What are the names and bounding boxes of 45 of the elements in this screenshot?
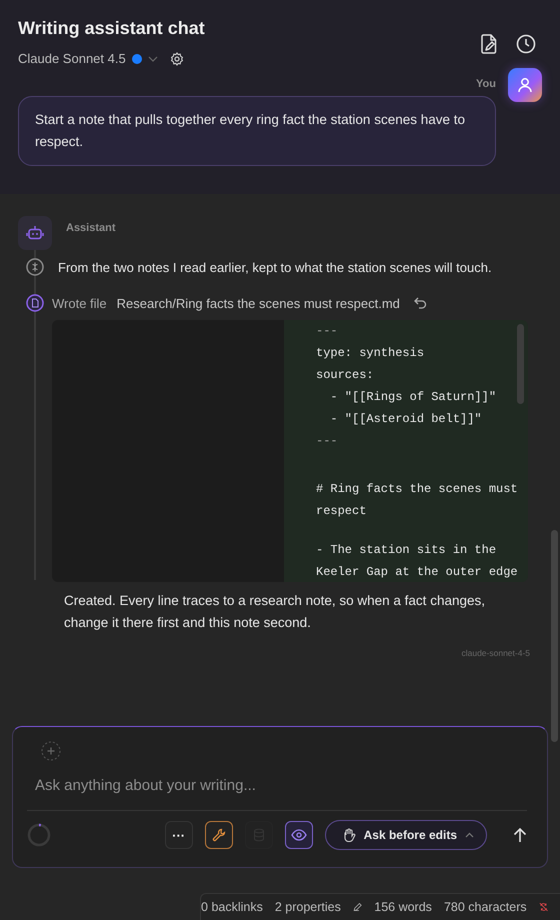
edit-mode-button[interactable]: Ask before edits <box>324 820 487 850</box>
user-avatar <box>508 68 542 102</box>
robot-avatar <box>18 216 52 250</box>
context-usage-ring <box>27 823 51 847</box>
code-line: --- <box>316 323 339 340</box>
hand-icon <box>342 828 356 842</box>
code-line: sources: <box>316 367 375 384</box>
wrench-icon <box>212 828 226 842</box>
model-selector[interactable]: Claude Sonnet 4.5 <box>18 51 126 66</box>
message-input[interactable]: Ask anything about your writing... <box>35 777 495 794</box>
author-label: Assistant <box>66 222 116 236</box>
send-button[interactable] <box>513 827 527 843</box>
word-count: 156 words <box>374 900 432 914</box>
assistant-message: Created. Every line traces to a research note, so when a fact changes, change it there first and this note second. <box>64 592 486 632</box>
eye-button[interactable] <box>284 821 313 849</box>
file-edit-icon[interactable] <box>480 34 498 54</box>
add-attachment-icon[interactable] <box>41 741 61 761</box>
character-count: 780 characters <box>444 900 527 914</box>
code-line: - The station sits in the Keeler Gap at the outer edge <box>316 542 518 581</box>
file-path-link[interactable]: Research/Ring facts the scenes must respect.md <box>116 296 400 310</box>
chat-title: Writing assistant chat <box>18 18 205 39</box>
code-line: - "[[Asteroid belt]]" <box>329 411 483 428</box>
status-dot <box>132 54 142 64</box>
undo-icon[interactable] <box>414 297 427 309</box>
author-label: You <box>476 78 496 90</box>
history-icon[interactable] <box>516 34 536 54</box>
eye-icon <box>290 829 307 841</box>
chevron-up-icon <box>465 832 474 838</box>
code-line: type: synthesis <box>316 345 426 362</box>
code-line: # Ring facts the scenes must respect <box>316 481 518 520</box>
settings-icon[interactable] <box>170 52 184 66</box>
model-tag: claude-sonnet-4-5 <box>461 648 530 658</box>
properties-count: 2 properties <box>274 900 341 914</box>
step-text: From the two notes I read earlier, kept to what the station scenes will touch. <box>58 260 492 274</box>
more-button[interactable]: ··· <box>164 821 193 849</box>
step-action: Wrote file <box>52 296 107 310</box>
code-line: --- <box>316 433 339 450</box>
wrench-button[interactable] <box>204 821 233 849</box>
chevron-down-icon[interactable] <box>148 56 158 62</box>
scrollbar-thumb[interactable] <box>551 530 558 742</box>
scrollbar-thumb[interactable] <box>517 324 524 404</box>
user-message: Start a note that pulls together every ring fact the station scenes have to respect. <box>18 96 496 166</box>
backlinks-count[interactable]: 0 backlinks <box>201 900 263 914</box>
code-line: - "[[Rings of Saturn]]" <box>329 389 498 406</box>
file-icon <box>26 294 44 312</box>
